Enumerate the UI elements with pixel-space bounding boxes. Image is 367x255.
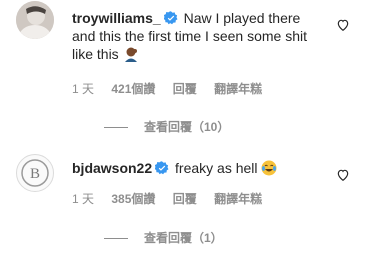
likes-count[interactable]: 421個讚 (111, 82, 155, 96)
comment-body: bjdawson22 freaky as hell (72, 159, 324, 180)
svg-text:B: B (30, 166, 40, 182)
view-replies-label: 查看回覆（10） (144, 120, 230, 134)
comment-body: troywilliams_ Naw I played there and thi… (72, 9, 324, 66)
comment-meta: 1 天 385個讚 回覆 翻譯年糕 (72, 190, 276, 207)
avatar[interactable]: B (16, 154, 54, 192)
view-replies-label: 查看回覆（1） (144, 231, 223, 245)
avatar[interactable] (16, 1, 54, 39)
divider-line (104, 127, 128, 129)
translate-button[interactable]: 翻譯年糕 (214, 192, 262, 206)
verified-badge-icon (155, 161, 169, 175)
man-facepalming-emoji-icon (123, 46, 139, 66)
comment-text: freaky as hell (175, 160, 258, 176)
username[interactable]: bjdawson22 (72, 160, 152, 176)
translate-button[interactable]: 翻譯年糕 (214, 82, 262, 96)
comment-time[interactable]: 1 天 (72, 82, 94, 96)
verified-badge-icon (163, 11, 178, 25)
reply-button[interactable]: 回覆 (173, 192, 197, 206)
view-replies-button[interactable]: 查看回覆（1） (104, 229, 223, 246)
username[interactable]: troywilliams_ (72, 10, 161, 26)
comment-meta: 1 天 421個讚 回覆 翻譯年糕 (72, 80, 276, 97)
like-heart-icon[interactable] (336, 18, 350, 32)
view-replies-button[interactable]: 查看回覆（10） (104, 118, 229, 135)
likes-count[interactable]: 385個讚 (111, 192, 155, 206)
reply-button[interactable]: 回覆 (173, 82, 197, 96)
face-with-tears-of-joy-emoji-icon (261, 160, 277, 180)
like-heart-icon[interactable] (336, 168, 350, 182)
comment-time[interactable]: 1 天 (72, 192, 94, 206)
divider-line (104, 238, 128, 240)
